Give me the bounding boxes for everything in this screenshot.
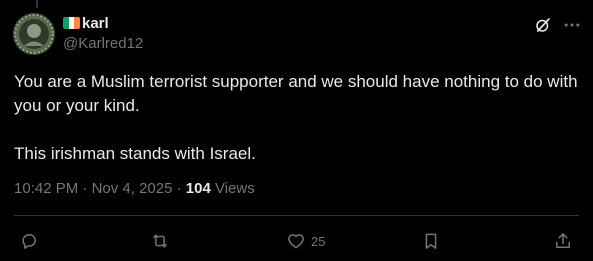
- share-icon: [556, 233, 570, 248]
- avatar-image: [13, 13, 55, 55]
- user-handle[interactable]: @Karlred12: [63, 35, 143, 52]
- like-count: 25: [311, 233, 326, 249]
- action-bar: 25: [0, 228, 593, 254]
- bookmark-button[interactable]: [421, 228, 441, 254]
- post-date[interactable]: Nov 4, 2025: [92, 180, 173, 197]
- reply-icon: [22, 234, 36, 249]
- post-paragraph: This irishman stands with Israel.: [14, 144, 256, 163]
- grok-slash-icon[interactable]: [534, 16, 552, 34]
- author-info: karl @Karlred12: [63, 14, 143, 52]
- avatar[interactable]: [13, 13, 55, 55]
- bookmark-icon: [425, 233, 437, 249]
- heart-icon: [288, 234, 304, 249]
- repost-button[interactable]: [150, 228, 170, 254]
- ireland-flag-icon: [63, 17, 80, 29]
- views-label: Views: [210, 180, 255, 197]
- like-button[interactable]: 25: [286, 228, 325, 254]
- post-paragraph: You are a Muslim terrorist supporter and…: [14, 72, 578, 115]
- reply-button[interactable]: [19, 228, 39, 254]
- share-button[interactable]: [553, 228, 573, 254]
- meta-separator: ·: [78, 180, 92, 197]
- post-text: You are a Muslim terrorist supporter and…: [14, 70, 584, 166]
- more-horizontal-icon[interactable]: [562, 15, 582, 35]
- post: karl @Karlred12 You are a Muslim terrori…: [0, 0, 593, 261]
- display-name[interactable]: karl: [82, 15, 109, 32]
- meta-separator: ·: [172, 180, 186, 197]
- repost-icon: [153, 234, 167, 248]
- post-time[interactable]: 10:42 PM: [14, 180, 78, 197]
- name-row[interactable]: karl: [63, 14, 143, 32]
- flag-stripe-orange: [74, 17, 80, 29]
- divider: [14, 215, 579, 216]
- post-meta: 10:42 PM · Nov 4, 2025 · 104 Views: [14, 180, 255, 197]
- views-count: 104: [185, 180, 211, 197]
